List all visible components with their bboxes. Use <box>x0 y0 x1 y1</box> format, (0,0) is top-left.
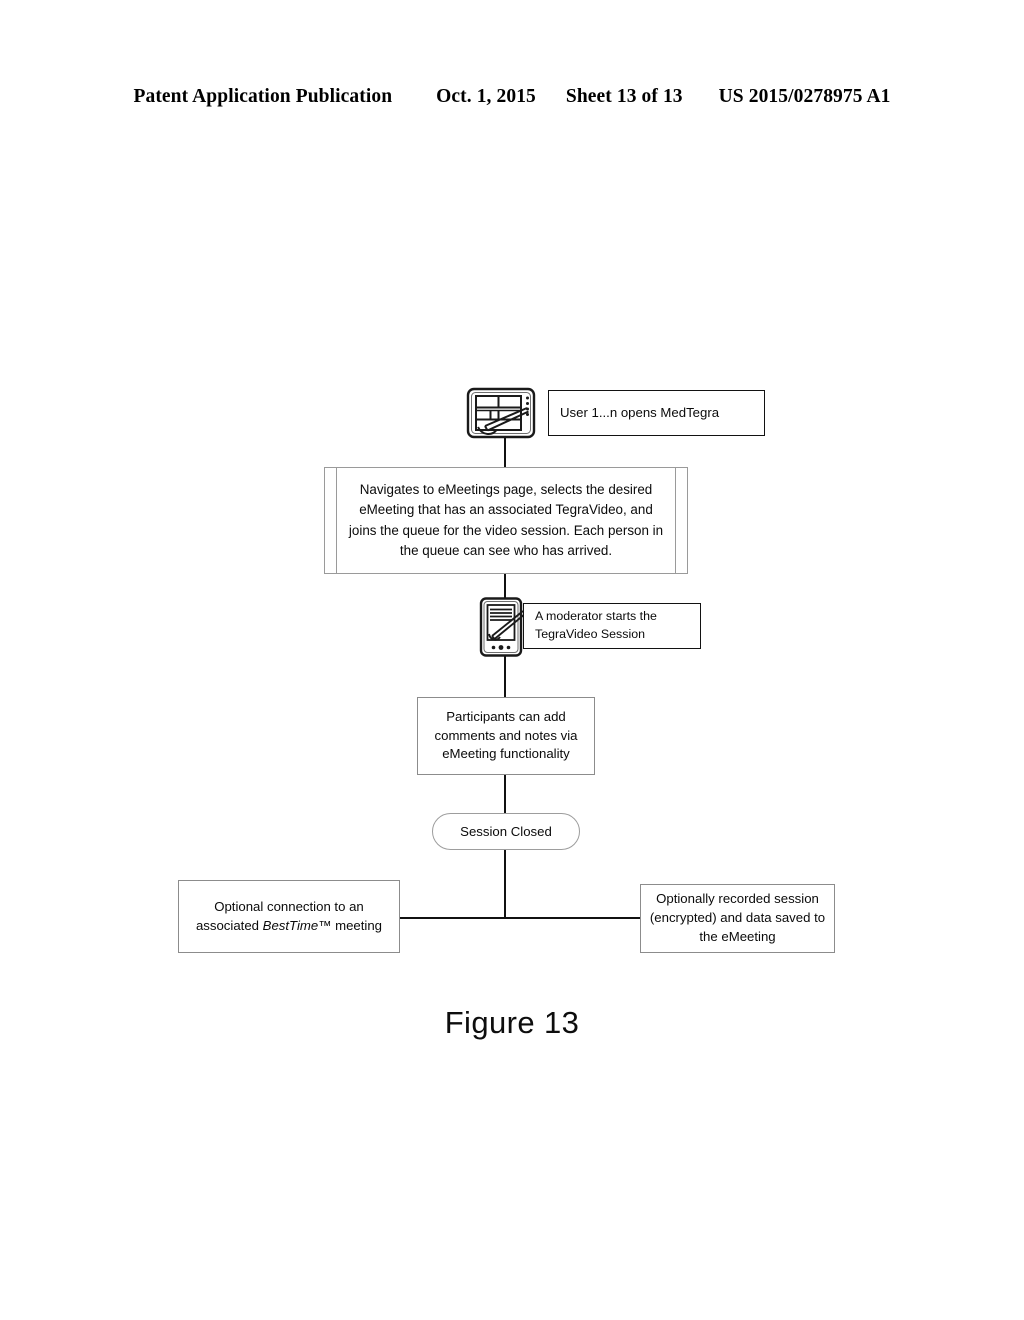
node-optional-recorded: Optionally recorded session (encrypted) … <box>640 884 835 953</box>
node-moderator-starts: A moderator starts the TegraVideo Sessio… <box>478 596 701 658</box>
besttime-trademark: BestTime™ <box>262 917 332 933</box>
flowchart-connectors <box>400 434 640 920</box>
node-user-opens-box: User 1...n opens MedTegra <box>548 390 765 436</box>
node-user-opens-label: User 1...n opens MedTegra <box>560 404 720 420</box>
node-navigate-emeetings: Navigates to eMeetings page, selects the… <box>324 467 688 574</box>
besttime-line-2-suffix: meeting <box>331 917 383 933</box>
besttime-line-1: Optional connection to an <box>214 898 364 914</box>
node-moderator-starts-label: A moderator starts the TegraVideo Sessio… <box>535 609 657 641</box>
node-optional-besttime-label: Optional connection to an associated Bes… <box>186 898 392 935</box>
node-optional-besttime: Optional connection to an associated Bes… <box>178 880 400 953</box>
figure-caption: Figure 13 <box>444 1005 580 1040</box>
besttime-line-2-prefix: associated <box>195 917 263 933</box>
node-optional-recorded-label: Optionally recorded session (encrypted) … <box>649 891 826 944</box>
patent-figure-page: Patent Application Publication Oct. 1, 2… <box>0 0 1024 1320</box>
node-participants-comment: Participants can add comments and notes … <box>417 697 595 775</box>
node-session-closed-label: Session Closed <box>460 824 552 839</box>
node-session-closed: Session Closed <box>432 813 580 850</box>
node-moderator-starts-box: A moderator starts the TegraVideo Sessio… <box>523 603 701 649</box>
node-navigate-emeetings-label: Navigates to eMeetings page, selects the… <box>348 481 664 558</box>
node-participants-comment-label: Participants can add comments and notes … <box>434 708 578 762</box>
tablet-stylus-icon <box>465 385 541 441</box>
flowchart-diagram: User 1...n opens MedTegra Navigates to e… <box>0 0 1024 1320</box>
node-user-opens: User 1...n opens MedTegra <box>465 385 765 441</box>
